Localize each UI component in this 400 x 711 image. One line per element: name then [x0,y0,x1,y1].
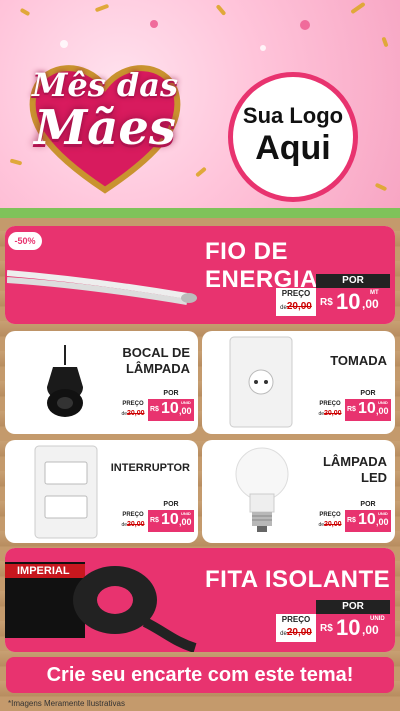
title-line2: Mães [34,100,176,156]
product-title: TOMADA [330,353,387,368]
price-box: R$ 10 ,00 MT [316,288,390,316]
grass-strip [0,208,400,218]
confetti [215,4,227,16]
price-tag-fio: POR PREÇO de20,00 R$ 10 ,00 MT [276,274,390,322]
price-int: 10 [358,400,376,417]
confetti [19,7,31,17]
price-unit: UNID [181,511,191,516]
title-line1: Mês das [31,66,179,104]
preco-label: PREÇO [281,615,311,624]
lamp-socket-icon [47,345,83,417]
product-title: FITA ISOLANTE [205,566,391,593]
price-box: R$ 10 ,00 UNID [148,510,194,532]
preco-box: PREÇO de20,00 [315,510,345,532]
cta-banner[interactable]: Crie seu encarte com este tema! [6,657,394,693]
confetti [381,36,389,48]
product-title: INTERRUPTOR [110,462,190,474]
de-label: de [280,305,287,311]
price-dec: ,00 [179,406,192,416]
price-tag-interruptor: POR PREÇO de20,00 R$ 10 ,00 UNID [118,500,194,538]
price-tag-fita: POR PREÇO de20,00 R$ 10 ,00 UNID [276,600,390,648]
preco-box: PREÇO de20,00 [315,399,345,421]
product-title: BOCAL DE LÂMPADA [122,345,190,376]
price-int: 10 [161,511,179,528]
por-label: POR [345,500,391,510]
logo-line2: Aqui [255,129,331,167]
price-unit: UNID [378,511,388,516]
preco-label: PREÇO [122,401,144,407]
price-unit: UNID [181,400,191,405]
price-dec: ,00 [376,406,389,416]
currency: R$ [150,517,159,524]
price-int: 10 [358,511,376,528]
currency: R$ [320,623,333,634]
old-price: 20,00 [286,627,312,638]
price-dec: ,00 [179,517,192,527]
currency: R$ [347,517,356,524]
price-dec: ,00 [362,623,379,637]
price-dec: ,00 [362,297,379,311]
por-label: POR [148,389,194,399]
price-tag-lampada: POR PREÇO de20,00 R$ 10 ,00 UNID [315,500,391,538]
price-box: R$ 10 ,00 UNID [345,510,391,532]
tape-brand: IMPERIAL [17,565,70,577]
confetti [260,45,266,51]
preco-label: PREÇO [319,401,341,407]
price-int: 10 [336,289,361,314]
wire-icon [7,270,197,305]
preco-box: PREÇO de20,00 [118,399,148,421]
confetti [300,20,310,30]
price-box: R$ 10 ,00 UNID [316,614,390,642]
old-price: 20,00 [127,521,145,528]
currency: R$ [150,406,159,413]
price-dec: ,00 [376,517,389,527]
led-bulb-icon [235,447,289,532]
logo-placeholder: Sua Logo Aqui [228,72,358,202]
confetti [195,166,207,178]
preco-label: PREÇO [281,289,311,298]
preco-box: PREÇO de20,00 [118,510,148,532]
price-unit: MT [370,290,379,296]
confetti [150,20,158,28]
price-tag-bocal: POR PREÇO de20,00 R$ 10 ,00 UNID [118,389,194,427]
preco-label: PREÇO [122,512,144,518]
price-int: 10 [161,400,179,417]
por-label: POR [148,500,194,510]
confetti [350,1,366,15]
de-label: de [280,631,287,637]
product-title: LÂMPADA LED [322,454,387,485]
logo-line1: Sua Logo [242,103,344,128]
switch-icon [34,445,98,539]
price-unit: UNID [378,400,388,405]
old-price: 20,00 [324,521,342,528]
price-tag-tomada: POR PREÇO de20,00 R$ 10 ,00 UNID [315,389,391,427]
preco-label: PREÇO [319,512,341,518]
confetti [374,182,388,192]
confetti [94,3,110,13]
confetti [9,158,23,166]
preco-box: PREÇO de20,00 [276,288,316,316]
discount-badge: -50% [8,232,42,250]
confetti [60,40,68,48]
currency: R$ [347,406,356,413]
por-label: POR [316,274,390,288]
old-price: 20,00 [324,410,342,417]
old-price: 20,00 [286,301,312,312]
header-banner: Mês das Mães Sua Logo Aqui [0,0,400,215]
price-int: 10 [336,615,361,640]
price-box: R$ 10 ,00 UNID [148,399,194,421]
price-unit: UNID [370,616,385,622]
por-label: POR [316,600,390,614]
outlet-icon [229,336,293,428]
price-box: R$ 10 ,00 UNID [345,399,391,421]
footer-disclaimer: *Imagens Meramente Ilustrativas [8,699,125,708]
por-label: POR [345,389,391,399]
preco-box: PREÇO de20,00 [276,614,316,642]
old-price: 20,00 [127,410,145,417]
currency: R$ [320,297,333,308]
